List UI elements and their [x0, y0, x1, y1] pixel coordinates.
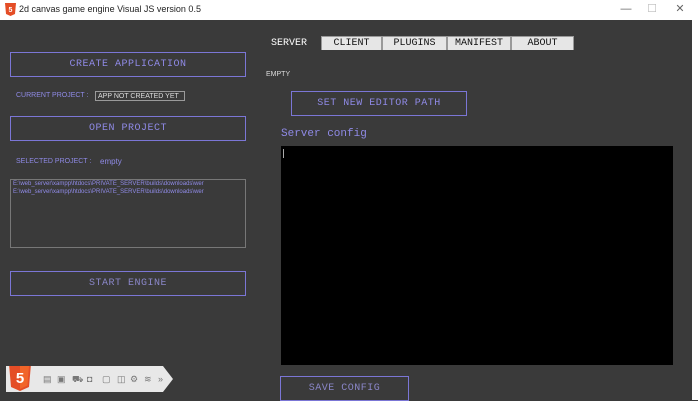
title-bar: 5 2d canvas game engine Visual JS versio… — [0, 0, 698, 20]
tab-about[interactable]: ABOUT — [511, 36, 574, 50]
list-item[interactable]: E:\web_server\xampp\htdocs\PRIVATE_SERVE… — [11, 180, 245, 188]
current-project-field: APP NOT CREATED YET — [95, 91, 185, 101]
start-engine-button[interactable]: START ENGINE — [10, 271, 246, 296]
tab-client[interactable]: CLIENT — [321, 36, 382, 50]
ui-icon[interactable]: ▢ — [102, 374, 111, 385]
set-editor-path-button[interactable]: SET NEW EDITOR PATH — [291, 91, 467, 116]
project-paths-list[interactable]: E:\web_server\xampp\htdocs\PRIVATE_SERVE… — [10, 179, 246, 248]
wave-icon[interactable]: ≋ — [144, 374, 152, 385]
file-icon[interactable]: ▤ — [43, 374, 52, 385]
gear-icon[interactable]: ⚙ — [130, 374, 138, 385]
list-item[interactable]: E:\web_server\xampp\htdocs\PRIVATE_SERVE… — [11, 188, 245, 196]
text-caret — [283, 149, 284, 158]
device-icon[interactable]: ▣ — [57, 374, 66, 385]
window-title: 2d canvas game engine Visual JS version … — [19, 4, 201, 14]
save-config-button[interactable]: SAVE CONFIG — [280, 376, 409, 401]
create-application-button[interactable]: CREATE APPLICATION — [10, 52, 246, 77]
selected-project-value: empty — [100, 157, 122, 166]
current-project-label: CURRENT PROJECT : — [16, 92, 89, 99]
svg-text:5: 5 — [9, 7, 13, 14]
tab-server[interactable]: SERVER — [257, 36, 321, 51]
tab-manifest[interactable]: MANIFEST — [447, 36, 511, 50]
html5-app-icon: 5 — [5, 3, 16, 16]
tab-plugins[interactable]: PLUGINS — [382, 36, 447, 50]
server-config-editor[interactable] — [281, 146, 673, 365]
window-border — [692, 20, 698, 400]
server-config-label: Server config — [281, 128, 367, 140]
server-status-label: EMPTY — [266, 71, 291, 78]
open-project-button[interactable]: OPEN PROJECT — [10, 116, 246, 141]
bot-icon[interactable]: ◘ — [87, 374, 92, 384]
close-button[interactable]: ✕ — [662, 0, 698, 20]
box-icon[interactable]: ◫ — [117, 374, 126, 385]
footer-toolbar: 5 ▤ ▣ ⛟ ◘ ▢ ◫ ⚙ ≋ » — [6, 366, 173, 392]
html5-logo-icon: 5 — [9, 366, 31, 391]
car-icon[interactable]: ⛟ — [72, 374, 83, 386]
selected-project-label: SELECTED PROJECT : — [16, 158, 92, 165]
chevron-icon[interactable]: » — [158, 374, 163, 384]
html5-logo-text: 5 — [16, 370, 24, 387]
